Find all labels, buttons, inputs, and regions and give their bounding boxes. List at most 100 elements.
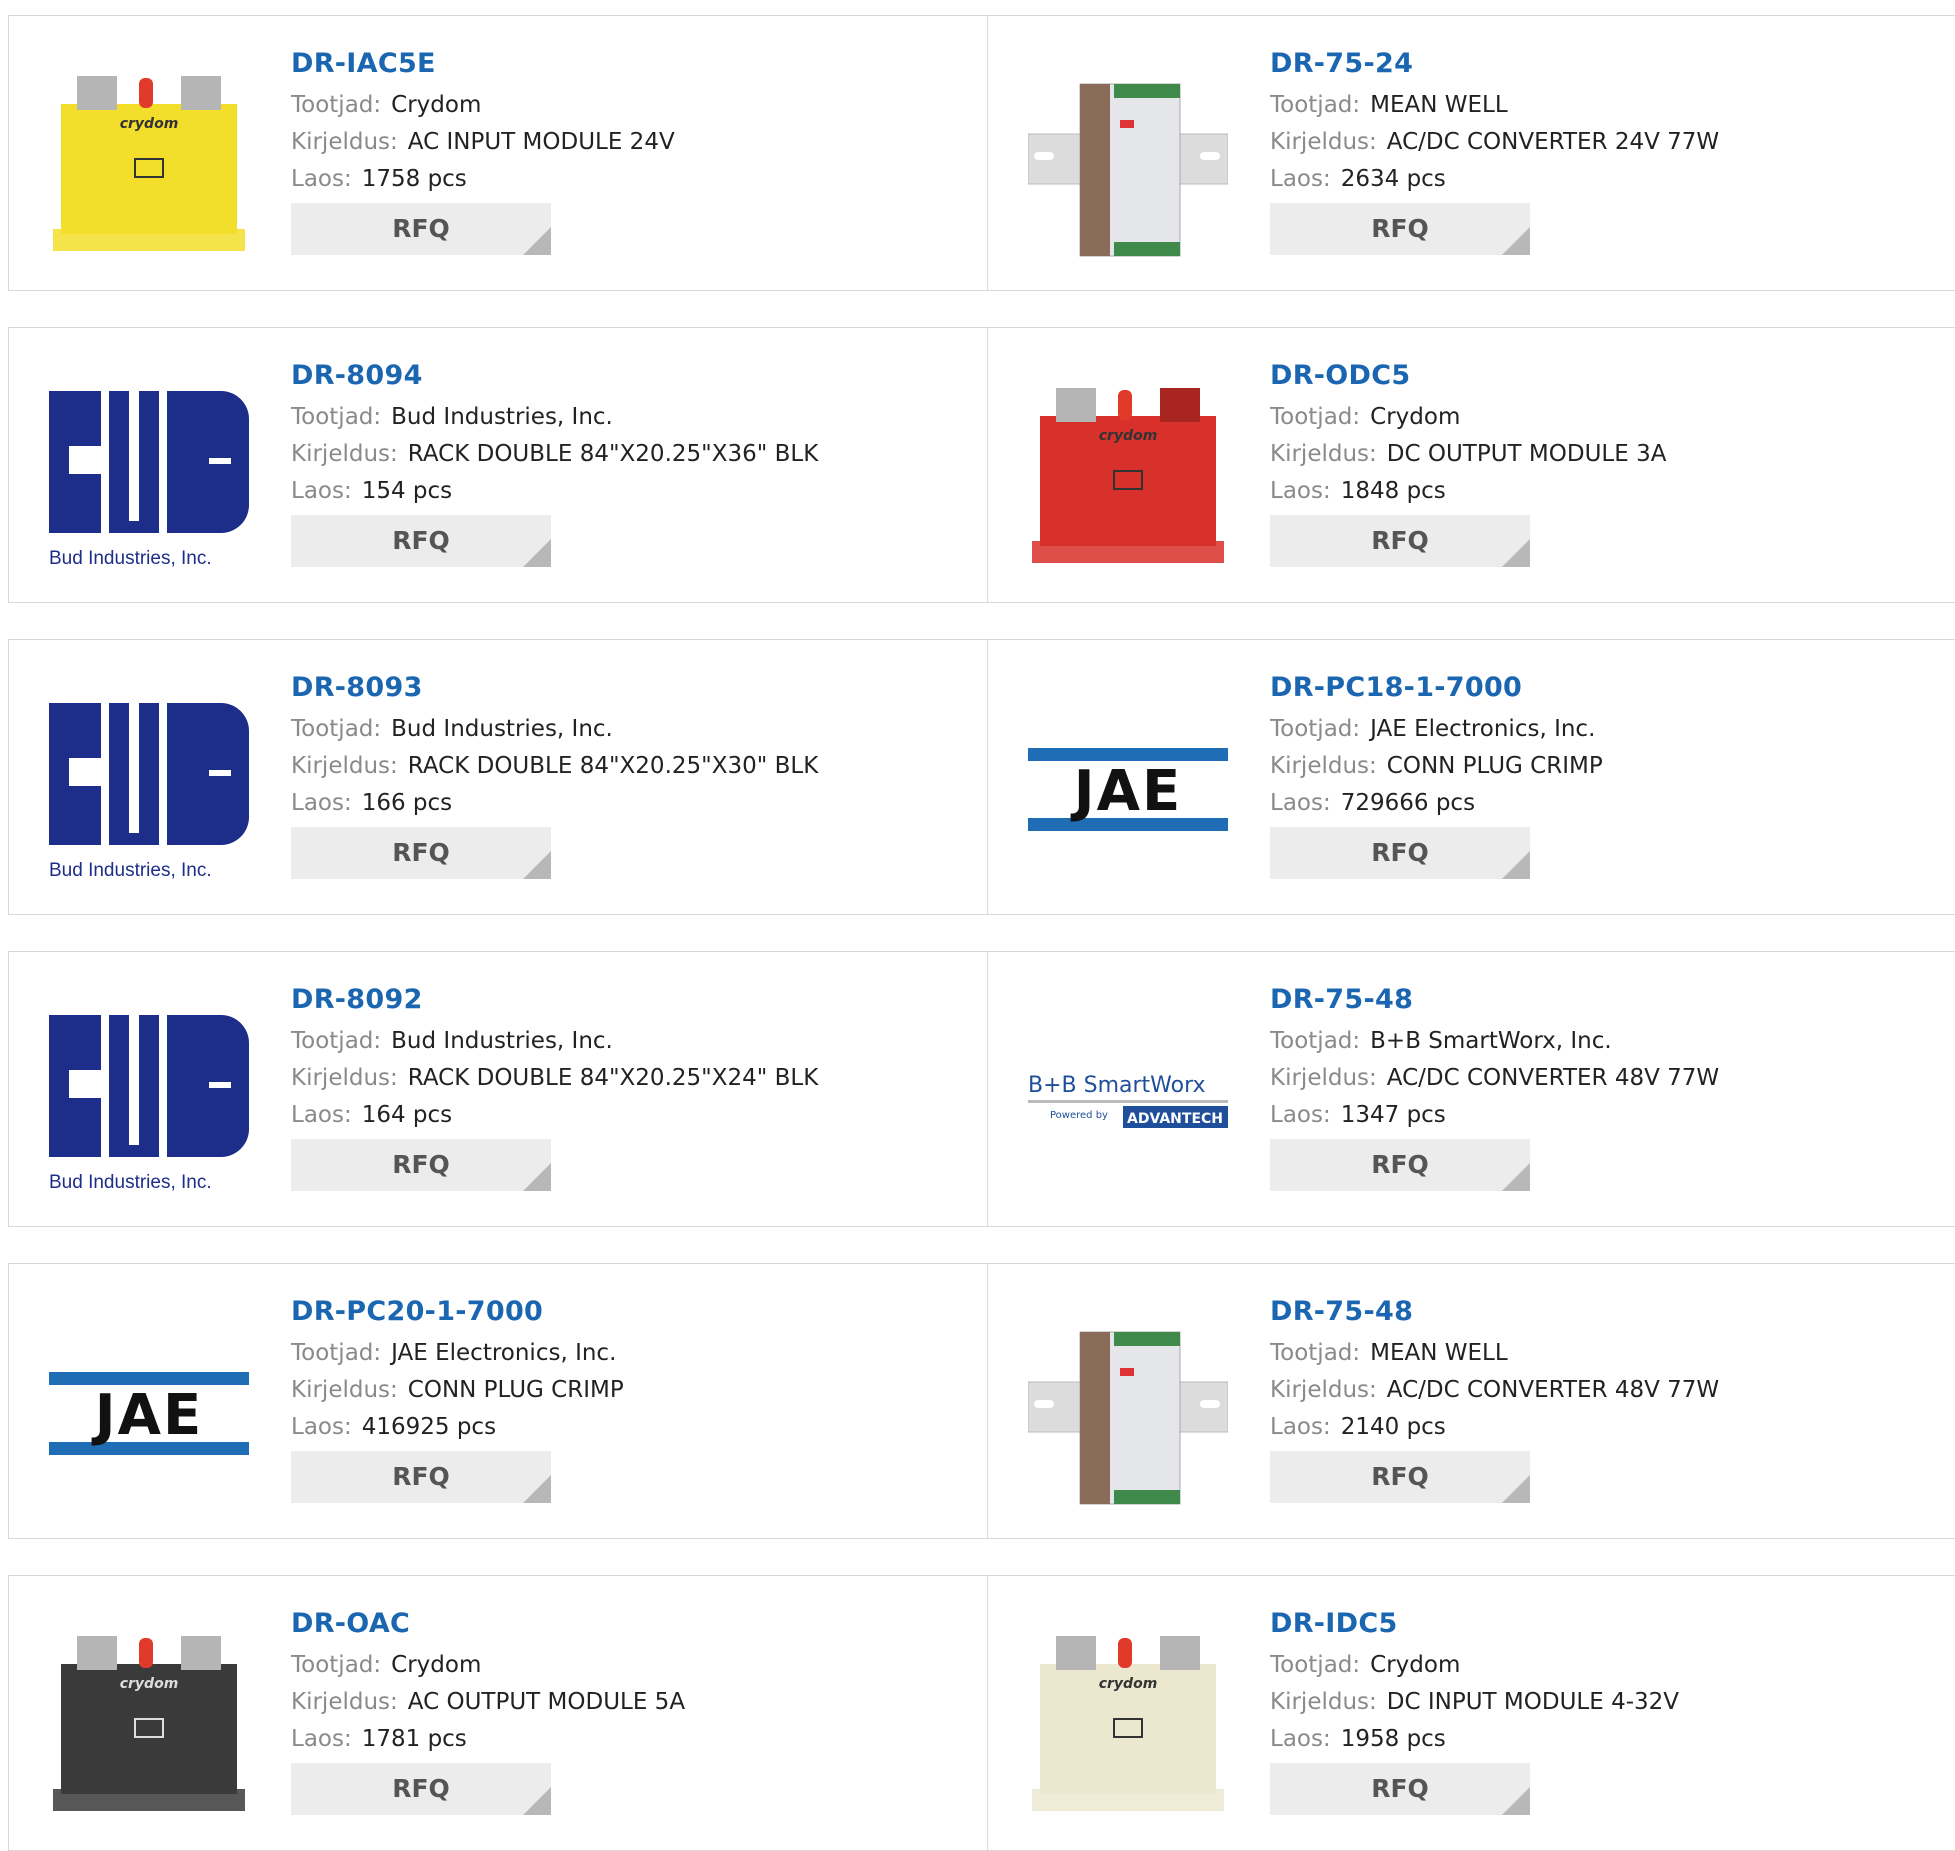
manufacturer-value: MEAN WELL bbox=[1370, 92, 1508, 118]
rfq-button[interactable]: RFQ bbox=[1270, 827, 1530, 879]
description-value: AC/DC CONVERTER 24V 77W bbox=[1386, 129, 1720, 155]
product-image[interactable]: Bud Industries, Inc. bbox=[49, 688, 249, 888]
rfq-label: RFQ bbox=[392, 526, 450, 555]
product-row: crydom DR-IAC5E Tootjad: Crydom Kirjeldus: AC… bbox=[8, 15, 1955, 291]
manufacturer-line: Tootjad: JAE Electronics, Inc. bbox=[1270, 711, 1603, 748]
description-label: Kirjeldus: bbox=[291, 441, 398, 467]
product-image[interactable]: JAE bbox=[49, 1312, 249, 1512]
rfq-button[interactable]: RFQ bbox=[291, 1139, 551, 1191]
rfq-button[interactable]: RFQ bbox=[291, 827, 551, 879]
product-info: DR-OAC Tootjad: Crydom Kirjeldus: AC OUTPUT … bbox=[291, 1606, 685, 1815]
manufacturer-value: B+B SmartWorx, Inc. bbox=[1370, 1028, 1612, 1054]
stock-line: Laos: 1781 pcs bbox=[291, 1721, 685, 1758]
bud-logo-text: Bud Industries, Inc. bbox=[49, 548, 212, 569]
product-card: crydom DR-OAC Tootjad: Crydom Kirjeldus: AC O… bbox=[9, 1576, 988, 1850]
stock-line: Laos: 416925 pcs bbox=[291, 1409, 624, 1446]
jae-logo: JAE bbox=[1028, 748, 1228, 831]
rfq-button[interactable]: RFQ bbox=[1270, 1763, 1530, 1815]
description-label: Kirjeldus: bbox=[291, 129, 398, 155]
manufacturer-label: Tootjad: bbox=[291, 1652, 382, 1678]
part-number-link[interactable]: DR-75-48 bbox=[1270, 982, 1719, 1018]
crydom-logo-text: crydom bbox=[120, 116, 179, 132]
rfq-button[interactable]: RFQ bbox=[1270, 203, 1530, 255]
product-image[interactable]: crydom bbox=[1028, 376, 1228, 576]
manufacturer-value: Bud Industries, Inc. bbox=[391, 1028, 613, 1054]
stock-line: Laos: 1848 pcs bbox=[1270, 473, 1666, 510]
stock-value: 164 pcs bbox=[361, 1102, 453, 1128]
part-number-link[interactable]: DR-75-48 bbox=[1270, 1294, 1719, 1330]
product-image[interactable]: crydom bbox=[1028, 1624, 1228, 1824]
product-image[interactable]: crydom bbox=[49, 1624, 249, 1824]
product-card: crydom DR-IDC5 Tootjad: Crydom Kirjeldus: DC … bbox=[988, 1576, 1955, 1850]
corner-triangle-icon bbox=[523, 539, 551, 567]
product-image[interactable]: Bud Industries, Inc. bbox=[49, 376, 249, 576]
corner-triangle-icon bbox=[523, 1163, 551, 1191]
manufacturer-label: Tootjad: bbox=[291, 1340, 382, 1366]
product-image[interactable] bbox=[1028, 1312, 1228, 1512]
description-line: Kirjeldus: AC INPUT MODULE 24V bbox=[291, 124, 675, 161]
description-line: Kirjeldus: DC INPUT MODULE 4-32V bbox=[1270, 1684, 1679, 1721]
stock-value: 1758 pcs bbox=[361, 166, 467, 192]
rfq-button[interactable]: RFQ bbox=[291, 1451, 551, 1503]
product-image[interactable]: JAE bbox=[1028, 688, 1228, 888]
part-number-link[interactable]: DR-8094 bbox=[291, 358, 818, 394]
product-image[interactable]: B+B SmartWorx Powered by ADVANTECH bbox=[1028, 1000, 1228, 1200]
manufacturer-line: Tootjad: MEAN WELL bbox=[1270, 87, 1719, 124]
manufacturer-value: Crydom bbox=[391, 92, 482, 118]
corner-triangle-icon bbox=[523, 227, 551, 255]
product-info: DR-75-48 Tootjad: B+B SmartWorx, Inc. Kirje… bbox=[1270, 982, 1719, 1191]
part-number-link[interactable]: DR-OAC bbox=[291, 1606, 685, 1642]
description-label: Kirjeldus: bbox=[1270, 441, 1377, 467]
crydom-logo-text: crydom bbox=[1099, 1676, 1158, 1692]
part-number-link[interactable]: DR-IAC5E bbox=[291, 46, 675, 82]
corner-triangle-icon bbox=[1502, 227, 1530, 255]
product-image[interactable]: crydom bbox=[49, 64, 249, 264]
manufacturer-value: Crydom bbox=[1370, 1652, 1461, 1678]
manufacturer-line: Tootjad: Bud Industries, Inc. bbox=[291, 711, 818, 748]
rfq-button[interactable]: RFQ bbox=[291, 1763, 551, 1815]
description-label: Kirjeldus: bbox=[291, 1377, 398, 1403]
description-value: CONN PLUG CRIMP bbox=[407, 1377, 624, 1403]
stock-line: Laos: 1958 pcs bbox=[1270, 1721, 1679, 1758]
corner-triangle-icon bbox=[1502, 1163, 1530, 1191]
product-card: B+B SmartWorx Powered by ADVANTECH DR-75-48… bbox=[988, 952, 1955, 1226]
part-number-link[interactable]: DR-75-24 bbox=[1270, 46, 1719, 82]
part-number-link[interactable]: DR-8093 bbox=[291, 670, 818, 706]
description-line: Kirjeldus: AC/DC CONVERTER 24V 77W bbox=[1270, 124, 1719, 161]
crydom-module-image: crydom bbox=[53, 1636, 245, 1811]
part-number-link[interactable]: DR-PC18-1-7000 bbox=[1270, 670, 1603, 706]
manufacturer-label: Tootjad: bbox=[1270, 1652, 1361, 1678]
stock-label: Laos: bbox=[1270, 790, 1331, 816]
part-number-link[interactable]: DR-PC20-1-7000 bbox=[291, 1294, 624, 1330]
corner-triangle-icon bbox=[1502, 1475, 1530, 1503]
product-info: DR-75-24 Tootjad: MEAN WELL Kirjeldus: AC/DC… bbox=[1270, 46, 1719, 255]
part-number-link[interactable]: DR-IDC5 bbox=[1270, 1606, 1679, 1642]
rfq-button[interactable]: RFQ bbox=[1270, 1139, 1530, 1191]
rfq-button[interactable]: RFQ bbox=[1270, 515, 1530, 567]
advantech-text: ADVANTECH bbox=[1127, 1111, 1223, 1127]
product-row: Bud Industries, Inc. DR-8094 Tootjad: Bud I… bbox=[8, 327, 1955, 603]
rfq-label: RFQ bbox=[1371, 1462, 1429, 1491]
stock-label: Laos: bbox=[291, 1102, 352, 1128]
manufacturer-label: Tootjad: bbox=[291, 92, 382, 118]
description-value: AC/DC CONVERTER 48V 77W bbox=[1386, 1065, 1720, 1091]
manufacturer-line: Tootjad: Crydom bbox=[291, 1647, 685, 1684]
rfq-button[interactable]: RFQ bbox=[1270, 1451, 1530, 1503]
crydom-logo-text: crydom bbox=[1099, 428, 1158, 444]
description-line: Kirjeldus: RACK DOUBLE 84"X20.25"X30" BLK bbox=[291, 748, 818, 785]
product-image[interactable]: Bud Industries, Inc. bbox=[49, 1000, 249, 1200]
description-label: Kirjeldus: bbox=[291, 1689, 398, 1715]
rfq-button[interactable]: RFQ bbox=[291, 515, 551, 567]
product-image[interactable] bbox=[1028, 64, 1228, 264]
description-value: RACK DOUBLE 84"X20.25"X24" BLK bbox=[407, 1065, 819, 1091]
part-number-link[interactable]: DR-8092 bbox=[291, 982, 818, 1018]
description-label: Kirjeldus: bbox=[1270, 1377, 1377, 1403]
manufacturer-value: Bud Industries, Inc. bbox=[391, 716, 613, 742]
manufacturer-label: Tootjad: bbox=[1270, 1028, 1361, 1054]
bud-industries-logo: Bud Industries, Inc. bbox=[49, 391, 249, 569]
product-info: DR-IAC5E Tootjad: Crydom Kirjeldus: AC INPUT… bbox=[291, 46, 675, 255]
jae-logo-text: JAE bbox=[1070, 759, 1182, 824]
product-card: Bud Industries, Inc. DR-8092 Tootjad: Bud I… bbox=[9, 952, 988, 1226]
rfq-button[interactable]: RFQ bbox=[291, 203, 551, 255]
part-number-link[interactable]: DR-ODC5 bbox=[1270, 358, 1666, 394]
